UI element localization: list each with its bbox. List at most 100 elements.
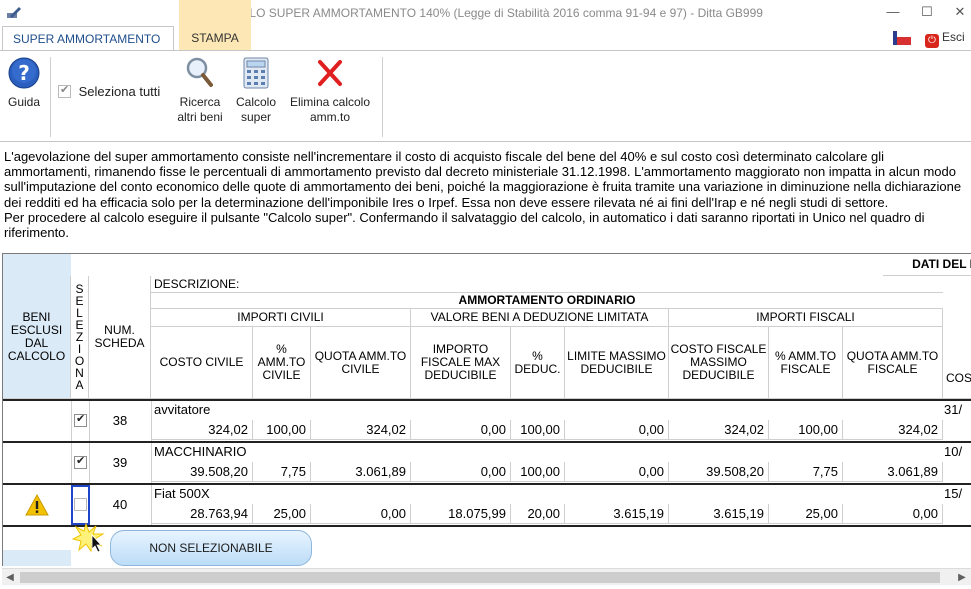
cell-limite-massimo: 3.615,19 — [565, 504, 669, 524]
col-costo-civile: COSTO CIVILE — [151, 327, 253, 399]
horizontal-scrollbar[interactable]: ◀ ▶ — [2, 568, 971, 585]
col-quota-amm-fiscale: QUOTA AMM.TO FISCALE — [843, 327, 943, 399]
magnifier-icon — [186, 57, 213, 87]
info-text-2: Per procedere al calcolo eseguire il pul… — [4, 209, 925, 241]
seleziona-tutti-checkbox[interactable]: Seleziona tutti — [58, 83, 161, 99]
calcolo-label-2: super — [240, 110, 272, 124]
flag-icon[interactable] — [893, 31, 911, 45]
col-quota-amm-civile: QUOTA AMM.TO CIVILE — [311, 327, 411, 399]
cell-quota-amm-fiscale: 0,00 — [843, 504, 943, 524]
window-title: CALCOLO SUPER AMMORTAMENTO 140% (Legge d… — [208, 6, 763, 20]
calcolo-label-1: Calcolo — [235, 95, 277, 109]
info-paragraph: L'agevolazione del super ammortamento co… — [4, 149, 966, 240]
cell-limite-massimo: 0,00 — [565, 462, 669, 482]
row-divider — [3, 525, 971, 527]
exit-label: Esci — [942, 30, 965, 44]
tab-super-ammortamento[interactable]: SUPER AMMORTAMENTO — [2, 26, 174, 50]
row-select-checkbox[interactable] — [74, 454, 87, 469]
row-descrizione: avvitatore — [154, 402, 211, 417]
svg-text:?: ? — [18, 61, 30, 85]
cell-importo-fiscale-max: 0,00 — [411, 462, 511, 482]
cell-costo-fiscale-max: 39.508,20 — [669, 462, 769, 482]
warning-icon — [25, 494, 49, 516]
cell-perc-deduc: 20,00 — [511, 504, 565, 524]
exit-button[interactable]: ⏻ Esci — [925, 30, 965, 48]
col-cos-cut: COS — [943, 276, 971, 399]
row-date-cut: 10/ — [944, 444, 963, 459]
cell-costo-civile: 39.508,20 — [151, 462, 253, 482]
elimina-calcolo-button[interactable]: Elimina calcolo amm.to — [283, 57, 377, 125]
importi-civili-header: IMPORTI CIVILI — [151, 309, 411, 327]
checkbox-icon — [58, 83, 71, 98]
elimina-label-1: Elimina calcolo — [289, 95, 371, 109]
cell-quota-amm-fiscale: 324,02 — [843, 420, 943, 440]
beni-grid: DATI DEL I BENI ESCLUSI DAL CALCOLO S E … — [2, 253, 971, 566]
scroll-thumb[interactable] — [20, 572, 940, 583]
col-perc-amm-fiscale: % AMM.TO FISCALE — [769, 327, 843, 399]
importi-fiscali-header: IMPORTI FISCALI — [669, 309, 943, 327]
cell-quota-amm-civile: 0,00 — [311, 504, 411, 524]
ricerca-label-1: Ricerca — [179, 95, 221, 109]
separator — [50, 57, 51, 137]
title-bar: CALCOLO SUPER AMMORTAMENTO 140% (Legge d… — [0, 0, 971, 26]
close-button[interactable]: ✕ — [950, 3, 970, 21]
cell-perc-amm-fiscale: 100,00 — [769, 420, 843, 440]
col-limite-massimo: LIMITE MASSIMO DEDUCIBILE — [565, 327, 669, 399]
cell-border — [71, 401, 72, 441]
scroll-right-icon[interactable]: ▶ — [954, 569, 970, 586]
cell-importo-fiscale-max: 18.075,99 — [411, 504, 511, 524]
row-num-scheda: 39 — [112, 455, 128, 470]
row-descrizione: Fiat 500X — [154, 486, 210, 501]
col-importo-fiscale-max: IMPORTO FISCALE MAX DEDUCIBILE — [411, 327, 511, 399]
cell-perc-amm-civile: 25,00 — [253, 504, 311, 524]
cell-limite-massimo: 0,00 — [565, 420, 669, 440]
exit-icon: ⏻ — [925, 34, 939, 48]
seleziona-header: S E L E Z I O N A — [71, 276, 89, 399]
calcolo-super-button[interactable]: Calcolo super — [232, 57, 280, 125]
cell-perc-amm-civile: 100,00 — [253, 420, 311, 440]
row-select-cell-focused[interactable] — [71, 485, 90, 525]
row-select-checkbox-disabled[interactable] — [74, 498, 87, 511]
cell-importo-fiscale-max: 0,00 — [411, 420, 511, 440]
beni-esclusi-header: BENI ESCLUSI DAL CALCOLO — [3, 276, 71, 399]
ricerca-altri-beni-button[interactable]: Ricerca altri beni — [172, 57, 228, 125]
col-perc-amm-civile: % AMM.TO CIVILE — [253, 327, 311, 399]
cell-quota-amm-civile: 3.061,89 — [311, 462, 411, 482]
cell-costo-civile: 324,02 — [151, 420, 253, 440]
cell-border — [71, 443, 72, 483]
cell-quota-amm-fiscale: 3.061,89 — [843, 462, 943, 482]
row-descrizione: MACCHINARIO — [154, 444, 247, 459]
non-selezionabile-tooltip: NON SELEZIONABILE — [110, 530, 312, 566]
cell-perc-amm-civile: 7,75 — [253, 462, 311, 482]
row-select-checkbox[interactable] — [74, 412, 87, 427]
valore-beni-header: VALORE BENI A DEDUZIONE LIMITATA — [411, 309, 669, 327]
ribbon-tabs: SUPER AMMORTAMENTO STAMPA — [0, 0, 971, 50]
calculator-icon — [243, 57, 269, 89]
row-date-cut: 31/ — [944, 402, 963, 417]
guida-label: Guida — [7, 95, 41, 109]
cell-costo-fiscale-max: 3.615,19 — [669, 504, 769, 524]
row-date-cut: 15/ — [944, 486, 963, 501]
tab-stampa[interactable]: STAMPA — [179, 26, 251, 50]
ricerca-label-2: altri beni — [177, 110, 223, 124]
cell-perc-amm-fiscale: 7,75 — [769, 462, 843, 482]
cell-costo-fiscale-max: 324,02 — [669, 420, 769, 440]
col-perc-deduc: % DEDUC. — [511, 327, 565, 399]
guida-button[interactable]: ? Guida — [4, 57, 44, 110]
maximize-button[interactable]: ☐ — [917, 3, 937, 21]
cell-quota-amm-civile: 324,02 — [311, 420, 411, 440]
col-cos-label: COS — [946, 370, 971, 385]
ribbon-toolbar: ? Guida Seleziona tutti Ricerca altri be… — [0, 50, 971, 142]
row-num-scheda: 38 — [112, 413, 128, 428]
elimina-label-2: amm.to — [309, 110, 350, 124]
seleziona-tutti-label: Seleziona tutti — [78, 84, 161, 99]
row-num-scheda: 40 — [112, 497, 128, 512]
scroll-left-icon[interactable]: ◀ — [2, 569, 18, 586]
cell-perc-amm-fiscale: 25,00 — [769, 504, 843, 524]
dati-header: DATI DEL I — [883, 254, 971, 276]
num-scheda-header: NUM. SCHEDA — [89, 276, 151, 399]
minimize-button[interactable]: — — [883, 3, 903, 21]
seleziona-letter: A — [75, 378, 84, 392]
help-icon: ? — [8, 57, 40, 89]
excluded-col-bg — [3, 550, 71, 566]
